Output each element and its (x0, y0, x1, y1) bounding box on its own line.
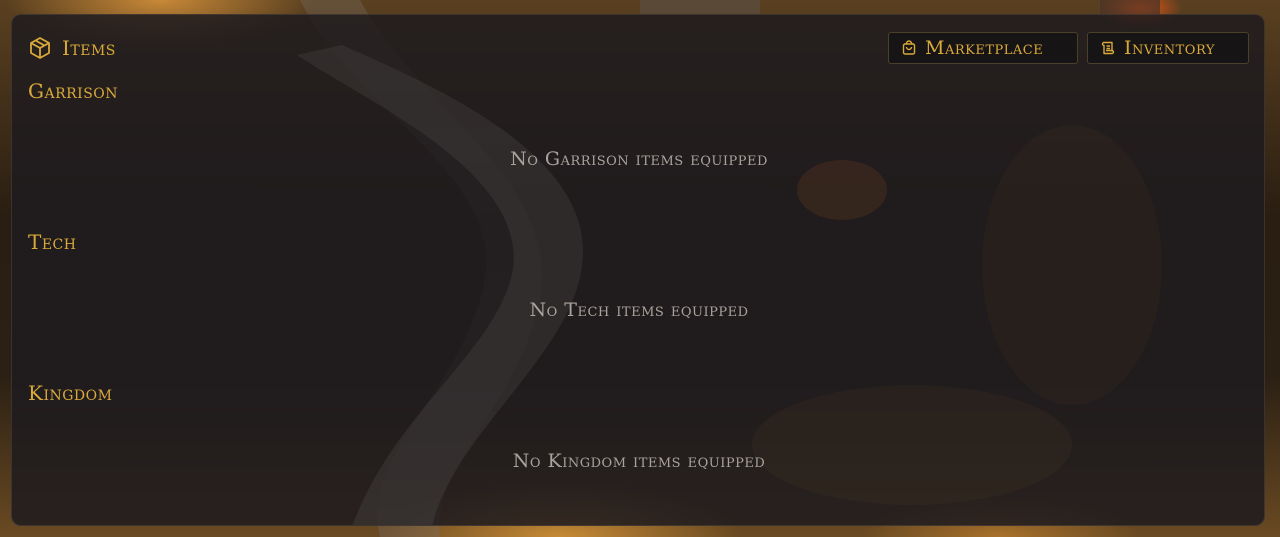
empty-message-tech: No Tech items equipped (529, 299, 749, 321)
inventory-button[interactable]: Inventory (1087, 32, 1249, 64)
panel-title: Items (28, 35, 116, 61)
section-title-kingdom: Kingdom (28, 381, 113, 405)
shopping-bag-icon (901, 40, 917, 56)
inventory-button-label: Inventory (1124, 37, 1215, 59)
empty-message-garrison: No Garrison items equipped (510, 148, 768, 170)
section-title-garrison: Garrison (28, 79, 119, 103)
marketplace-button-label: Marketplace (925, 37, 1044, 59)
panel-title-text: Items (62, 36, 116, 60)
scroll-icon (1100, 40, 1116, 56)
cube-icon (28, 36, 52, 60)
section-title-tech: Tech (28, 230, 77, 254)
empty-message-kingdom: No Kingdom items equipped (512, 450, 766, 472)
items-panel: Items Marketplace Inventory Garrison No … (11, 14, 1265, 526)
marketplace-button[interactable]: Marketplace (888, 32, 1078, 64)
